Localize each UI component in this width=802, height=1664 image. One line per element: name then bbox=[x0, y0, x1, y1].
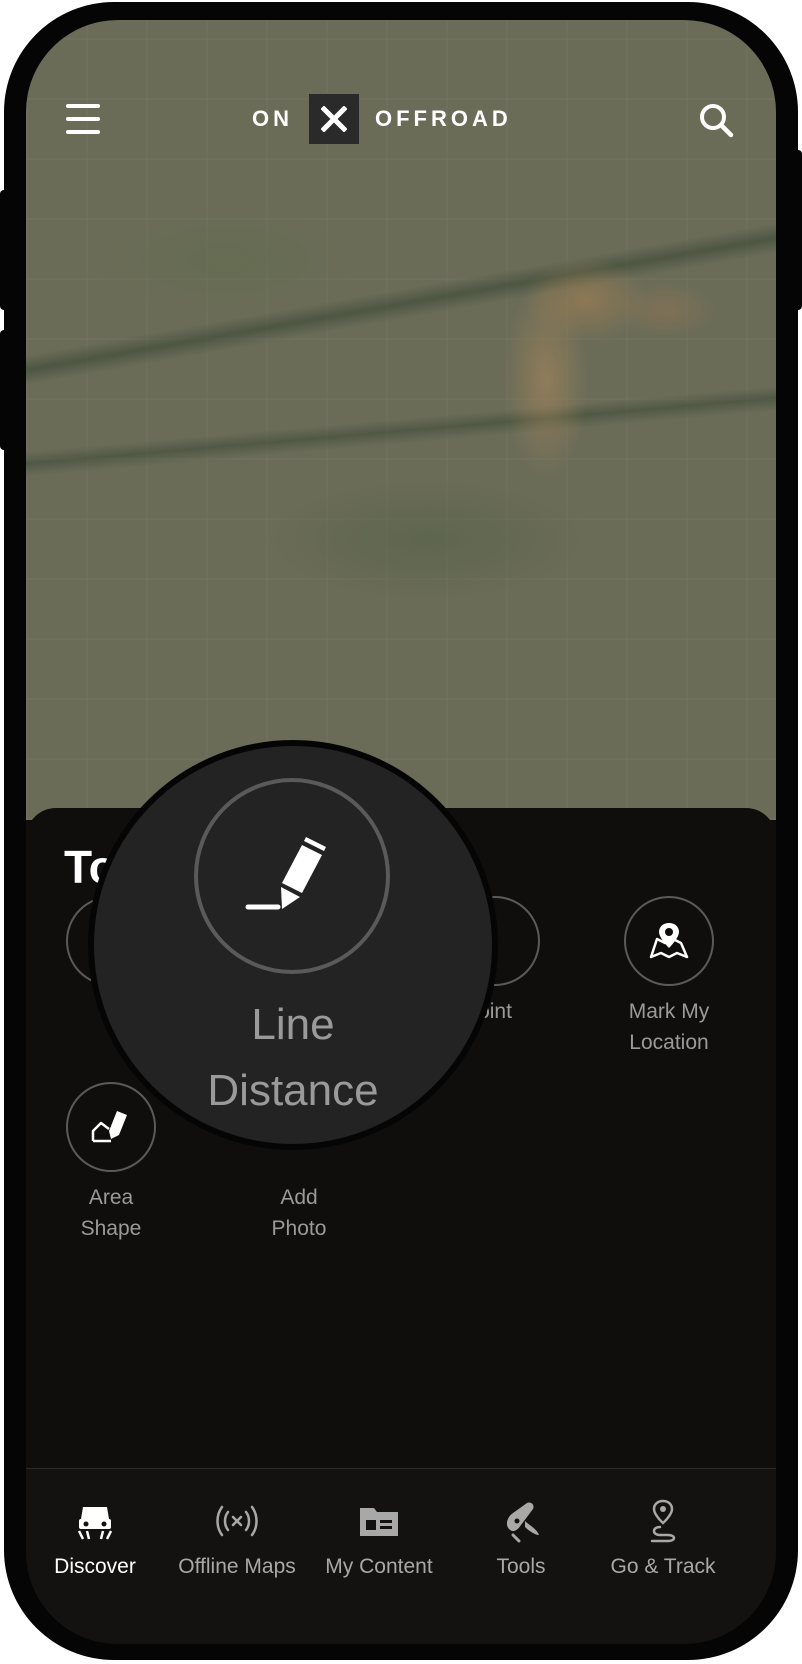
nav-item-offline-maps[interactable]: Offline Maps bbox=[162, 1499, 312, 1579]
nav-item-tools[interactable]: Tools bbox=[446, 1499, 596, 1579]
logo-text-on: ON bbox=[252, 106, 293, 131]
phone-power-button bbox=[794, 150, 802, 310]
nav-label-offline-maps: Offline Maps bbox=[178, 1555, 296, 1578]
magnifier-label-line1: Line bbox=[251, 1000, 335, 1049]
nav-label-go-track: Go & Track bbox=[610, 1555, 716, 1578]
multitool-icon bbox=[446, 1499, 596, 1543]
search-icon[interactable] bbox=[698, 102, 734, 138]
nav-item-my-content[interactable]: My Content bbox=[304, 1499, 454, 1579]
tool-area-shape-label: Area Shape bbox=[80, 1186, 142, 1240]
magnifier-label-line2: Distance bbox=[207, 1066, 379, 1115]
app-screen: ON OFFROAD To R oint Mark My Lo bbox=[26, 20, 776, 1644]
go-track-icon bbox=[588, 1499, 738, 1543]
offline-signal-icon bbox=[162, 1499, 312, 1543]
tool-add-photo-label: Add Photo bbox=[271, 1186, 327, 1240]
bottom-nav-bar: Discover Offline Maps My Content Tools G… bbox=[26, 1468, 776, 1644]
phone-side-button bbox=[0, 330, 8, 450]
map-pin-icon bbox=[624, 896, 714, 986]
hamburger-menu-icon[interactable] bbox=[66, 104, 100, 134]
tool-mark-my-location[interactable]: Mark My Location bbox=[594, 896, 744, 1058]
logo-x-mark bbox=[309, 94, 359, 144]
nav-label-tools: Tools bbox=[496, 1555, 546, 1578]
onx-offroad-logo: ON OFFROAD bbox=[252, 94, 512, 144]
magnifier-loupe: Line Distance bbox=[88, 740, 498, 1150]
nav-label-discover: Discover bbox=[54, 1555, 136, 1578]
jeep-icon bbox=[26, 1499, 170, 1543]
nav-item-discover[interactable]: Discover bbox=[26, 1499, 170, 1579]
magnifier-label: Line Distance bbox=[94, 992, 492, 1124]
nav-item-go-track[interactable]: Go & Track bbox=[588, 1499, 738, 1579]
tool-mark-my-location-label: Mark My Location bbox=[628, 1000, 710, 1054]
nav-label-my-content: My Content bbox=[325, 1555, 433, 1578]
pencil-line-icon[interactable] bbox=[194, 778, 390, 974]
folder-icon bbox=[304, 1499, 454, 1543]
logo-text-offroad: OFFROAD bbox=[375, 106, 512, 131]
phone-side-button bbox=[0, 190, 8, 310]
